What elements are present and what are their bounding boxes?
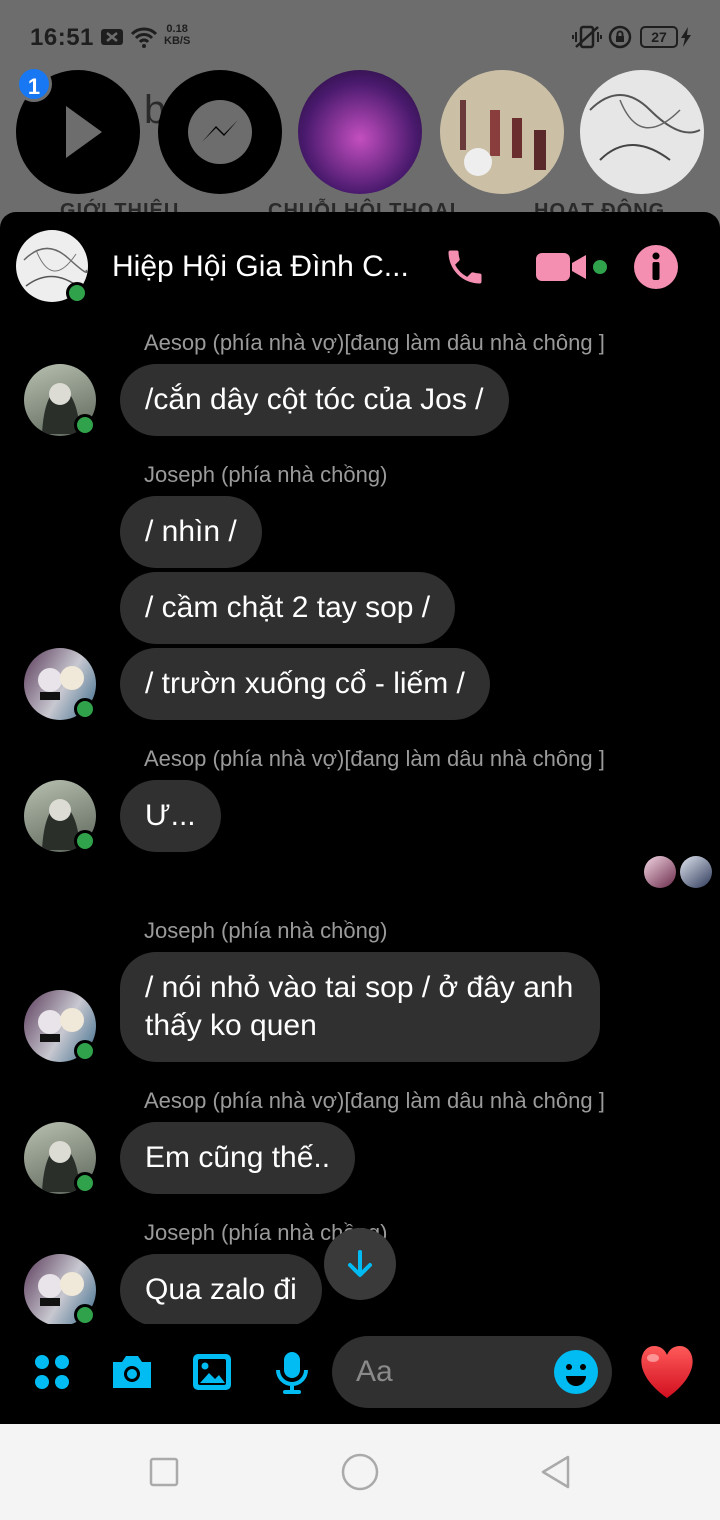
messenger-thread-button[interactable] — [158, 70, 282, 194]
message-bubble[interactable]: Qua zalo đi — [120, 1254, 322, 1326]
activity-avatar-1[interactable] — [298, 70, 422, 194]
online-indicator — [74, 1172, 96, 1194]
emoji-icon — [554, 1350, 598, 1394]
sender-name: Joseph (phía nhà chồng) — [144, 462, 388, 487]
chat-header: Hiệp Hội Gia Đình C... — [0, 212, 720, 324]
gallery-icon — [193, 1354, 231, 1390]
sender-name: Aesop (phía nhà vợ)[đang làm dâu nhà chô… — [144, 330, 605, 355]
video-call-button[interactable] — [534, 242, 610, 292]
notification-icon — [100, 26, 124, 48]
message-bubble[interactable]: Em cũng thế.. — [120, 1122, 356, 1194]
camera-icon — [113, 1356, 151, 1388]
more-actions-button[interactable] — [28, 1348, 76, 1396]
charging-icon — [680, 26, 692, 48]
online-indicator — [74, 1304, 96, 1326]
wifi-icon — [130, 26, 158, 48]
message-bubble[interactable]: / nhìn / — [120, 496, 262, 568]
seen-avatar — [644, 856, 676, 888]
recent-apps-button[interactable] — [144, 1452, 184, 1492]
sender-name: Aesop (phía nhà vợ)[đang làm dâu nhà chô… — [144, 746, 605, 771]
messenger-icon — [188, 100, 252, 164]
like-heart-button[interactable] — [636, 1342, 698, 1402]
system-navigation-bar — [0, 1424, 720, 1520]
notification-badge: 1 — [16, 66, 52, 102]
network-speed: 0.18 KB/S — [164, 23, 191, 47]
message-input-placeholder: Aa — [356, 1355, 393, 1388]
online-indicator — [74, 1040, 96, 1062]
home-button[interactable] — [340, 1452, 380, 1492]
activity-avatar-3[interactable] — [580, 70, 704, 194]
chat-title[interactable]: Hiệp Hội Gia Đình C... — [112, 250, 409, 284]
activity-avatar-2[interactable] — [440, 70, 564, 194]
back-triangle-icon — [541, 1455, 570, 1489]
emoji-button[interactable] — [552, 1348, 600, 1396]
voice-message-button[interactable] — [268, 1348, 316, 1396]
phone-icon — [448, 250, 482, 284]
sender-name: Aesop (phía nhà vợ)[đang làm dâu nhà chô… — [144, 1088, 605, 1113]
lock-rotation-icon — [608, 25, 632, 49]
circle-icon — [341, 1453, 379, 1491]
vibrate-icon — [572, 25, 602, 49]
gallery-button[interactable] — [188, 1348, 236, 1396]
voice-call-button[interactable] — [440, 242, 490, 292]
message-bubble[interactable]: / cầm chặt 2 tay sop / — [120, 572, 456, 644]
battery-indicator: 27 — [640, 26, 678, 48]
status-bar: 16:51 0.18 KB/S 27 — [0, 0, 720, 70]
message-bubble[interactable]: / trườn xuống cổ - liếm / — [120, 648, 490, 720]
online-indicator — [74, 698, 96, 720]
square-icon — [149, 1457, 179, 1487]
chat-info-button[interactable] — [632, 242, 680, 292]
online-indicator — [74, 830, 96, 852]
info-icon — [634, 245, 678, 289]
group-online-indicator — [66, 282, 88, 304]
heart-icon — [641, 1346, 693, 1398]
message-bubble[interactable]: Ư... — [120, 780, 221, 852]
message-bubble[interactable]: / nói nhỏ vào tai sop / ở đây anh thấy k… — [120, 952, 600, 1062]
seen-avatar — [680, 856, 712, 888]
online-indicator — [74, 414, 96, 436]
sender-name: Joseph (phía nhà chồng) — [144, 918, 388, 943]
microphone-icon — [276, 1352, 308, 1394]
video-icon — [536, 253, 607, 281]
scroll-to-bottom-button[interactable] — [324, 1228, 396, 1300]
camera-button[interactable] — [108, 1348, 156, 1396]
chat-panel: Hiệp Hội Gia Đình C... Aesop (phía nhà v… — [0, 212, 720, 1424]
arrow-down-icon — [348, 1250, 372, 1277]
message-bubble[interactable]: /cắn dây cột tóc của Jos / — [120, 364, 509, 436]
menu-dots-icon — [35, 1355, 69, 1389]
status-time: 16:51 — [30, 24, 94, 51]
back-button[interactable] — [536, 1452, 576, 1492]
